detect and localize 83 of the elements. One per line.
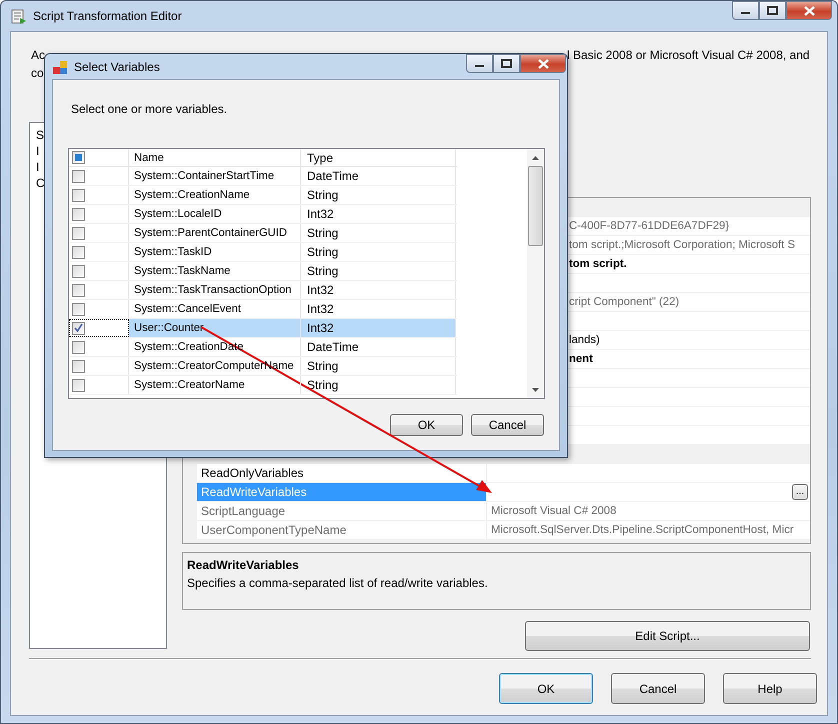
variable-name[interactable]: System::TaskTransactionOption: [129, 281, 301, 299]
property-name[interactable]: UserComponentTypeName: [197, 521, 487, 539]
variable-type: Int32: [301, 281, 456, 299]
checkbox[interactable]: [72, 302, 85, 316]
variable-type: DateTime: [301, 338, 456, 356]
property-value: cript Component" (22): [569, 295, 680, 310]
page-list-item[interactable]: I: [36, 143, 40, 159]
page-list-item[interactable]: S: [36, 127, 44, 143]
ellipsis-button[interactable]: ...: [792, 484, 808, 500]
variable-name[interactable]: System::TaskName: [129, 262, 301, 280]
variable-type: String: [301, 186, 456, 204]
window-title: Script Transformation Editor: [33, 8, 182, 25]
maximize-button[interactable]: [759, 1, 786, 20]
variable-name[interactable]: System::CreationName: [129, 186, 301, 204]
edit-script-button[interactable]: Edit Script...: [525, 621, 810, 651]
checkbox[interactable]: [72, 322, 85, 334]
property-value-cell[interactable]: [487, 464, 810, 482]
variable-type: String: [301, 376, 456, 394]
checkbox[interactable]: [72, 246, 85, 258]
scrollbar[interactable]: [527, 149, 544, 398]
checkbox[interactable]: [72, 226, 85, 240]
description-text: Ac: [31, 48, 46, 62]
page-list-item[interactable]: I: [36, 159, 40, 175]
checkbox[interactable]: [72, 208, 85, 220]
checkbox[interactable]: [72, 360, 85, 372]
variable-name[interactable]: User::Counter: [129, 319, 301, 337]
checkbox[interactable]: [72, 378, 85, 392]
close-icon: [538, 58, 548, 68]
close-button[interactable]: [786, 1, 832, 20]
scroll-up-icon: [531, 154, 540, 160]
maximize-icon: [501, 59, 512, 68]
variable-type: Int32: [301, 205, 456, 223]
column-header[interactable]: Type: [301, 149, 456, 166]
variable-name[interactable]: System::CancelEvent: [129, 300, 301, 318]
description-text: co: [31, 66, 44, 80]
help-text: Specifies a comma-separated list of read/write variables.: [187, 575, 489, 592]
property-value: lands): [569, 333, 600, 348]
close-icon: [804, 6, 814, 16]
property-value: C-400F-8D77-61DDE6A7DF29}: [569, 219, 730, 234]
property-value: nent: [569, 352, 593, 367]
variable-type: String: [301, 243, 456, 261]
dialog-button[interactable]: OK: [390, 414, 463, 436]
property-name[interactable]: ScriptLanguage: [197, 502, 487, 520]
property-value: tom script.;Microsoft Corporation; Microsoft S: [569, 238, 795, 253]
maximize-icon: [767, 6, 778, 15]
variable-type: DateTime: [301, 167, 456, 185]
variable-type: String: [301, 224, 456, 242]
script-icon: [10, 8, 27, 24]
property-value: Microsoft Visual C# 2008: [491, 504, 616, 519]
instruction-text: Select one or more variables.: [71, 101, 228, 116]
minimize-button[interactable]: [466, 54, 493, 73]
page-list-item[interactable]: C: [36, 175, 45, 191]
help-title: ReadWriteVariables: [187, 557, 300, 574]
select-all-checkbox[interactable]: [72, 151, 85, 164]
maximize-button[interactable]: [493, 54, 520, 73]
dialog-button[interactable]: Help: [723, 673, 817, 704]
dialog-title: Select Variables: [74, 58, 160, 76]
close-button[interactable]: [520, 54, 566, 73]
variables-icon: [52, 58, 68, 74]
checkbox[interactable]: [72, 264, 85, 278]
dialog-button[interactable]: OK: [499, 673, 593, 704]
variable-type: String: [301, 262, 456, 280]
minimize-button[interactable]: [732, 1, 759, 20]
variable-name[interactable]: System::LocaleID: [129, 205, 301, 223]
variable-name[interactable]: System::ContainerStartTime: [129, 167, 301, 185]
property-name[interactable]: ReadOnlyVariables: [197, 464, 487, 482]
checkbox[interactable]: [72, 170, 85, 182]
checkbox[interactable]: [72, 340, 85, 354]
variable-name[interactable]: System::TaskID: [129, 243, 301, 261]
variable-name[interactable]: System::ParentContainerGUID: [129, 224, 301, 242]
dialog-button[interactable]: Cancel: [471, 414, 544, 436]
variable-type: Int32: [301, 319, 456, 337]
checkbox[interactable]: [72, 284, 85, 296]
property-value: tom script.: [569, 257, 627, 272]
dialog-button[interactable]: Cancel: [611, 673, 705, 704]
variable-name[interactable]: System::CreatorName: [129, 376, 301, 394]
column-header[interactable]: Name: [129, 149, 301, 166]
checkbox[interactable]: [72, 188, 85, 202]
variable-type: String: [301, 357, 456, 375]
variable-type: Int32: [301, 300, 456, 318]
description-text: l Basic 2008 or Microsoft Visual C# 2008, and: [567, 47, 810, 64]
property-value: Microsoft.SqlServer.Dts.Pipeline.ScriptComponentHost, Micr: [491, 523, 794, 538]
property-value-cell[interactable]: ...: [487, 483, 810, 501]
